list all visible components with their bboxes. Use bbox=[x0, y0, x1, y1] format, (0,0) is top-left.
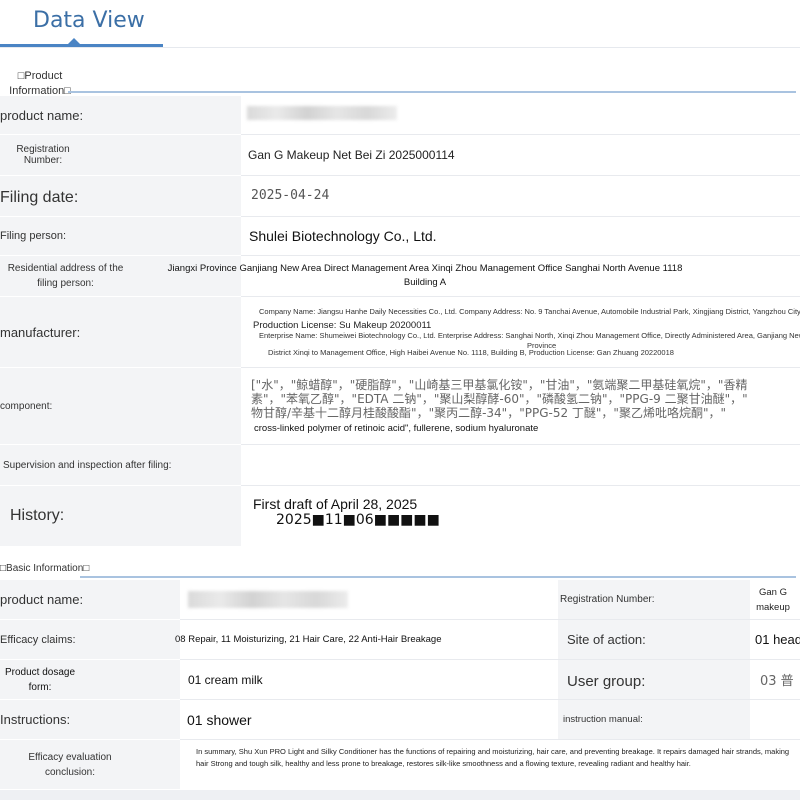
history-entry-date: 2025■11■06■■■■■ bbox=[276, 512, 440, 528]
site-of-action-value: 01 head bbox=[755, 632, 800, 647]
filing-date-value: 2025-04-24 bbox=[251, 187, 330, 203]
manufacturer-line: District Xinqi to Management Office, Hig… bbox=[268, 347, 674, 357]
filing-person-value: Shulei Biotechnology Co., Ltd. bbox=[249, 228, 437, 244]
redacted-basic-product-name bbox=[188, 591, 348, 608]
filing-person-label: Filing person: bbox=[0, 217, 241, 255]
basic-info-divider bbox=[80, 576, 796, 578]
efficacy-evaluation-value: In summary, Shu Xun PRO Light and Silky … bbox=[196, 747, 790, 768]
user-group-value: 03 普 bbox=[760, 674, 794, 689]
instruction-manual-label: instruction manual: bbox=[558, 700, 750, 739]
registration-number-label: Registration Number: bbox=[0, 135, 241, 175]
basic-registration-label: Registration Number: bbox=[558, 580, 750, 619]
footer-strip bbox=[0, 790, 800, 800]
component-line: ["水"，"鲸蜡醇"，"硬脂醇"，"山崎基三甲基氯化铵"，"甘油"，"氨端聚二甲… bbox=[251, 378, 748, 392]
basic-info-section-title: □Basic Information□ bbox=[0, 563, 90, 574]
manufacturer-line: Company Name: Jiangsu Hanhe Daily Necess… bbox=[259, 306, 800, 316]
product-info-section-title: □Product Information□ bbox=[9, 70, 71, 97]
row-divider bbox=[180, 739, 800, 740]
component-line: 素"，"苯氧乙醇"，"EDTA 二钠"，"聚山梨醇酵-60"，"磷酸氢二钠"，"… bbox=[251, 392, 748, 406]
dosage-form-value: 01 cream milk bbox=[188, 672, 263, 687]
basic-registration-value: Gan G makeup bbox=[756, 586, 790, 613]
residential-address-value: Jiangxi Province Ganjiang New Area Direc… bbox=[167, 263, 683, 288]
product-info-divider bbox=[68, 91, 796, 93]
basic-product-name-label: product name: bbox=[0, 580, 180, 619]
component-label: component: bbox=[0, 368, 241, 444]
row-divider bbox=[241, 444, 800, 445]
tab-active-underline bbox=[0, 44, 163, 47]
component-line: 物甘醇/辛基十二醇月桂酸酸酯"，"聚丙二醇-34"，"PPG-52 丁醚"，"聚… bbox=[251, 406, 726, 420]
dosage-form-label: Product dosage form: bbox=[0, 660, 180, 699]
tab-bar: Data View bbox=[0, 0, 800, 48]
redacted-product-name bbox=[247, 106, 397, 120]
tab-data-view[interactable]: Data View bbox=[33, 8, 145, 33]
history-label: History: bbox=[0, 486, 241, 546]
row-divider bbox=[241, 367, 800, 368]
user-group-label: User group: bbox=[558, 660, 750, 699]
manufacturer-label: manufacturer: bbox=[0, 297, 241, 367]
efficacy-evaluation-label: Efficacy evaluation conclusion: bbox=[0, 740, 180, 789]
row-divider bbox=[241, 296, 800, 297]
efficacy-claims-value: 08 Repair, 11 Moisturizing, 21 Hair Care… bbox=[175, 634, 442, 645]
site-of-action-label: Site of action: bbox=[558, 620, 750, 659]
instructions-label: Instructions: bbox=[0, 700, 180, 739]
efficacy-claims-label: Efficacy claims: bbox=[0, 620, 180, 659]
component-line: cross-linked polymer of retinoic acid", … bbox=[254, 422, 539, 434]
registration-number-value: Gan G Makeup Net Bei Zi 2025000114 bbox=[248, 148, 455, 162]
filing-date-label: Filing date: bbox=[0, 176, 241, 216]
instructions-value: 01 shower bbox=[187, 711, 252, 728]
row-divider bbox=[241, 485, 800, 486]
product-name-label: product name: bbox=[0, 96, 241, 134]
supervision-label: Supervision and inspection after filing: bbox=[0, 445, 241, 485]
